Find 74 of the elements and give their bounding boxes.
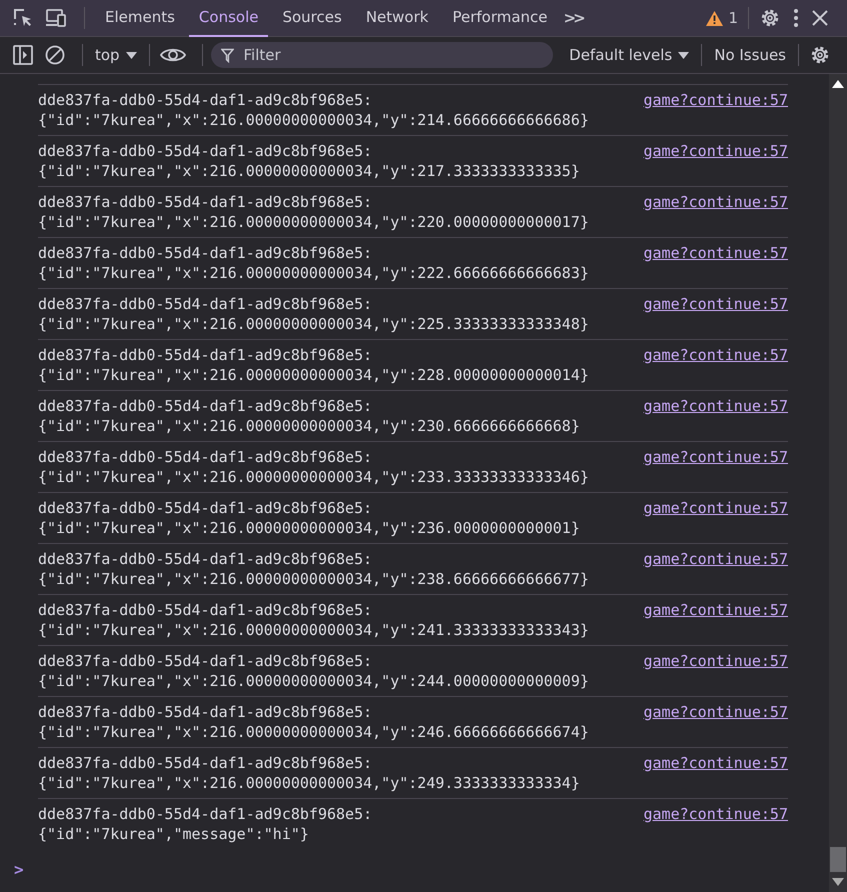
log-prefix: dde837fa-ddb0-55d4-daf1-ad9c8bf968e5: bbox=[38, 447, 374, 467]
log-prefix: dde837fa-ddb0-55d4-daf1-ad9c8bf968e5: bbox=[38, 600, 374, 620]
clear-console-icon[interactable] bbox=[44, 44, 66, 66]
log-prefix: dde837fa-ddb0-55d4-daf1-ad9c8bf968e5: bbox=[38, 702, 374, 722]
source-link[interactable]: game?continue:57 bbox=[644, 753, 788, 773]
log-message: {"id":"7kurea","x":216.00000000000034,"y":233.33333333333346} bbox=[38, 467, 589, 487]
prompt-chevron[interactable]: > bbox=[14, 860, 24, 880]
levels-dropdown[interactable]: Default levels bbox=[565, 46, 694, 64]
caret-icon bbox=[126, 52, 137, 58]
log-prefix: dde837fa-ddb0-55d4-daf1-ad9c8bf968e5: bbox=[38, 396, 374, 416]
source-link[interactable]: game?continue:57 bbox=[644, 498, 788, 518]
scroll-down-icon[interactable] bbox=[832, 878, 844, 886]
log-message: {"id":"7kurea","x":216.00000000000034,"y":222.66666666666683} bbox=[38, 263, 589, 283]
log-message: {"id":"7kurea","x":216.00000000000034,"y":214.66666666666686} bbox=[38, 110, 589, 130]
log-message: {"id":"7kurea","x":216.00000000000034,"y":238.66666666666677} bbox=[38, 569, 589, 589]
scrollbar[interactable] bbox=[829, 74, 847, 892]
filter-icon bbox=[220, 48, 234, 62]
source-link[interactable]: game?continue:57 bbox=[644, 651, 788, 671]
source-link[interactable]: game?continue:57 bbox=[644, 90, 788, 110]
source-link[interactable]: game?continue:57 bbox=[644, 345, 788, 365]
log-prefix: dde837fa-ddb0-55d4-daf1-ad9c8bf968e5: bbox=[38, 753, 374, 773]
log-prefix: dde837fa-ddb0-55d4-daf1-ad9c8bf968e5: bbox=[38, 192, 374, 212]
context-dropdown[interactable]: top bbox=[91, 46, 141, 64]
close-icon[interactable] bbox=[811, 9, 829, 27]
log-prefix: dde837fa-ddb0-55d4-daf1-ad9c8bf968e5: bbox=[38, 804, 372, 824]
source-link[interactable]: game?continue:57 bbox=[644, 294, 788, 314]
log-message: {"id":"7kurea","message":"hi"} bbox=[38, 824, 310, 844]
panel-tab[interactable]: Network bbox=[356, 0, 438, 36]
sidebar-icon[interactable] bbox=[12, 44, 34, 66]
log-message: {"id":"7kurea","x":216.00000000000034,"y":246.66666666666674} bbox=[38, 722, 589, 742]
panel-tab[interactable]: Elements bbox=[95, 0, 185, 36]
source-link[interactable]: game?continue:57 bbox=[644, 243, 788, 263]
settings-icon[interactable] bbox=[759, 7, 781, 29]
source-link[interactable]: game?continue:57 bbox=[644, 804, 788, 824]
log-message: {"id":"7kurea","x":216.00000000000034,"y":230.6666666666668} bbox=[38, 416, 580, 436]
warning-icon bbox=[706, 10, 724, 26]
issues-button[interactable]: No Issues bbox=[710, 46, 790, 64]
source-link[interactable]: game?continue:57 bbox=[644, 396, 788, 416]
source-link[interactable]: game?continue:57 bbox=[644, 702, 788, 722]
source-link[interactable]: game?continue:57 bbox=[644, 600, 788, 620]
source-link[interactable]: game?continue:57 bbox=[644, 447, 788, 467]
scroll-up-icon[interactable] bbox=[832, 80, 844, 88]
log-message: {"id":"7kurea","x":216.00000000000034,"y":220.00000000000017} bbox=[38, 212, 589, 232]
log-message: {"id":"7kurea","x":216.00000000000034,"y":249.3333333333334} bbox=[38, 773, 580, 793]
more-tabs-button[interactable]: >> bbox=[560, 9, 587, 27]
log-prefix: dde837fa-ddb0-55d4-daf1-ad9c8bf968e5: bbox=[38, 294, 374, 314]
settings-icon[interactable] bbox=[809, 44, 831, 66]
log-prefix: dde837fa-ddb0-55d4-daf1-ad9c8bf968e5: bbox=[38, 141, 374, 161]
source-link[interactable]: game?continue:57 bbox=[644, 192, 788, 212]
log-message: {"id":"7kurea","x":216.00000000000034,"y":217.3333333333335} bbox=[38, 161, 580, 181]
log-message: {"id":"7kurea","x":216.00000000000034,"y":236.0000000000001} bbox=[38, 518, 580, 538]
log-message: {"id":"7kurea","x":216.00000000000034,"y":244.00000000000009} bbox=[38, 671, 589, 691]
log-prefix: dde837fa-ddb0-55d4-daf1-ad9c8bf968e5: bbox=[38, 345, 374, 365]
log-message: {"id":"7kurea","x":216.00000000000034,"y":225.33333333333348} bbox=[38, 314, 589, 334]
source-link[interactable]: game?continue:57 bbox=[644, 549, 788, 569]
eye-icon[interactable] bbox=[160, 46, 186, 64]
log-prefix: dde837fa-ddb0-55d4-daf1-ad9c8bf968e5: bbox=[38, 498, 374, 518]
more-options-icon[interactable] bbox=[791, 7, 801, 29]
device-icon[interactable] bbox=[44, 7, 68, 29]
panel-tab[interactable]: Performance bbox=[442, 0, 558, 36]
inspect-icon[interactable] bbox=[12, 7, 34, 29]
filter-field[interactable]: Filter bbox=[242, 45, 544, 65]
log-message: {"id":"7kurea","x":216.00000000000034,"y":228.00000000000014} bbox=[38, 365, 589, 385]
warnings-button[interactable]: 1 bbox=[704, 9, 740, 27]
log-message: {"id":"7kurea","x":216.00000000000034,"y":241.33333333333343} bbox=[38, 620, 589, 640]
log-prefix: dde837fa-ddb0-55d4-daf1-ad9c8bf968e5: bbox=[38, 651, 374, 671]
log-prefix: dde837fa-ddb0-55d4-daf1-ad9c8bf968e5: bbox=[38, 90, 374, 110]
filter-box[interactable]: Filter bbox=[210, 42, 554, 68]
scrollbar-thumb[interactable] bbox=[830, 847, 846, 872]
caret-icon bbox=[678, 52, 690, 58]
log-prefix: dde837fa-ddb0-55d4-daf1-ad9c8bf968e5: bbox=[38, 243, 374, 263]
log-prefix: dde837fa-ddb0-55d4-daf1-ad9c8bf968e5: bbox=[38, 549, 374, 569]
source-link[interactable]: game?continue:57 bbox=[644, 141, 788, 161]
panel-tab[interactable]: Sources bbox=[272, 0, 352, 36]
